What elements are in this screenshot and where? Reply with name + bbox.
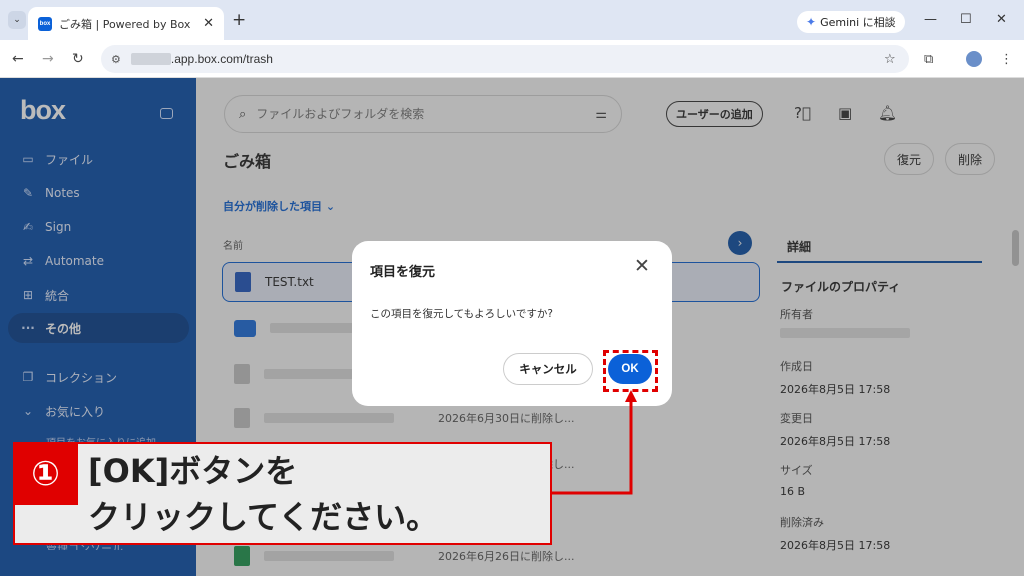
instruction-line-1: [OK]ボタンを: [88, 452, 298, 490]
instruction-line-2: クリックしてください。: [88, 498, 439, 536]
step-badge: ①: [13, 442, 78, 505]
